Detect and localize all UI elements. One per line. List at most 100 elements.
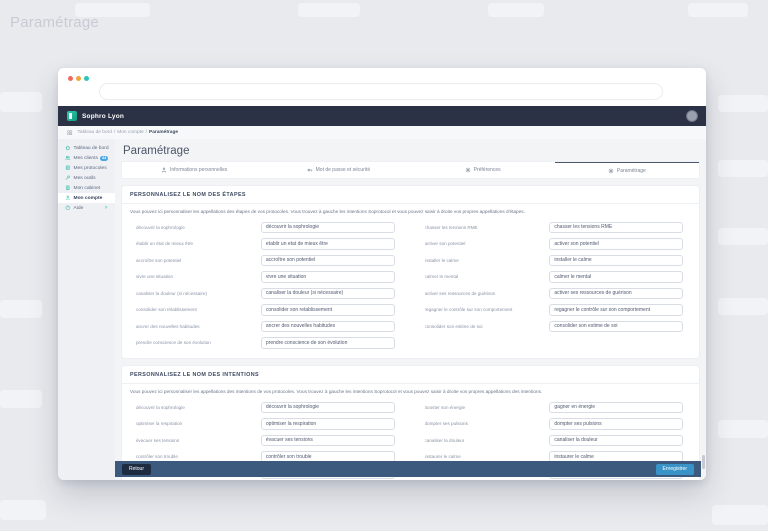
input-booster-son-energie[interactable]: [549, 402, 683, 414]
form-row: établir un état de mieux être: [136, 236, 395, 253]
field-label: installer le calme: [425, 258, 550, 263]
gear-icon: [608, 168, 614, 174]
background-block: [712, 505, 768, 525]
user-avatar[interactable]: [687, 111, 697, 121]
input-decouvrir-la-sophrologie[interactable]: [261, 222, 395, 234]
form-row: prendre conscience de son évolution: [136, 335, 395, 352]
maximize-window-icon[interactable]: [84, 76, 89, 81]
sidebar-item-aide[interactable]: ? Aide ›: [58, 203, 115, 213]
form-row: consolider son estime de soi: [425, 318, 684, 335]
input-installer-le-calme[interactable]: [549, 255, 683, 267]
section-title: PERSONNALISEZ LE NOM DES ÉTAPES: [122, 186, 699, 204]
settings-card: PERSONNALISEZ LE NOM DES ÉTAPES Vous pou…: [122, 186, 699, 358]
field-label: découvrir la sophrologie: [136, 225, 261, 230]
apps-grid-icon[interactable]: [67, 130, 73, 136]
input-ancrer-des-nouvelles-habitudes[interactable]: [261, 321, 395, 333]
sidebar-item-mon-compte[interactable]: Mon compte: [58, 193, 115, 203]
user-icon: [161, 167, 167, 173]
input-canaliser-la-douleur-si-necessaire[interactable]: [261, 288, 395, 300]
form-row: consolider son rétablissement: [136, 302, 395, 319]
sidebar-item-mes-protocoles[interactable]: Mes protocoles: [58, 163, 115, 173]
input-etablir-un-etat-de-mieux-etre[interactable]: [261, 238, 395, 250]
close-window-icon[interactable]: [68, 76, 73, 81]
input-prendre-conscience-de-son-evolution[interactable]: [261, 337, 395, 349]
background-block: [488, 3, 544, 17]
form-row: calmer le mental: [425, 269, 684, 286]
form-row: regagner le contrôle sur son comportemen…: [425, 302, 684, 319]
field-label: chasser les tensions RME: [425, 225, 550, 230]
minimize-window-icon[interactable]: [76, 76, 81, 81]
background-block: [718, 95, 768, 112]
form-row: vivre une situation: [136, 269, 395, 286]
sidebar-item-label: Mon cabinet: [74, 186, 101, 191]
browser-chrome: [58, 68, 706, 106]
field-label: découvrir la sophrologie: [136, 405, 261, 410]
input-activer-ses-ressources-de-guerison[interactable]: [549, 288, 683, 300]
sidebar-item-tableau-de-bord[interactable]: Tableau de bord: [58, 143, 115, 153]
input-chasser-les-tensions-rme[interactable]: [549, 222, 683, 234]
input-evacuer-ses-tensions[interactable]: [261, 435, 395, 447]
footer-bar: Retour Enregistrer: [115, 461, 701, 477]
background-block: [718, 160, 768, 177]
field-label: consolider son rétablissement: [136, 307, 261, 312]
building-icon: [65, 185, 71, 191]
field-label: regagner le contrôle sur son comportemen…: [425, 307, 550, 312]
clipboard-icon: [65, 165, 71, 171]
sidebar: Tableau de bord Mes clients 44 Mes proto…: [58, 139, 115, 480]
field-label: instaurer le calme: [425, 454, 550, 459]
sidebar-item-mes-clients[interactable]: Mes clients 44: [58, 153, 115, 163]
form-column-right: chasser les tensions RME activer son pot…: [411, 219, 700, 351]
sidebar-item-mes-outils[interactable]: Mes outils: [58, 173, 115, 183]
background-block: [75, 3, 150, 17]
tab-mot-de-passe-et-securite[interactable]: Mot de passe et sécurité: [266, 162, 410, 178]
input-consolider-son-retablissement[interactable]: [261, 304, 395, 316]
app-logo-icon: [67, 111, 77, 121]
sidebar-item-label: Mes protocoles: [74, 166, 107, 171]
field-label: optimiser la respiration: [136, 421, 261, 426]
input-vivre-une-situation[interactable]: [261, 271, 395, 283]
scrollbar-thumb[interactable]: [702, 455, 705, 469]
input-decouvrir-la-sophrologie[interactable]: [261, 402, 395, 414]
input-consolider-son-estime-de-soi[interactable]: [549, 321, 683, 333]
breadcrumb-mon-compte[interactable]: Mon compte: [117, 130, 143, 135]
input-regagner-le-controle-sur-son-comportement[interactable]: [549, 304, 683, 316]
sidebar-item-label: Mes outils: [74, 176, 96, 181]
tab-preferences[interactable]: Préférences: [411, 162, 555, 178]
field-label: calmer le mental: [425, 274, 550, 279]
field-label: booster son énergie: [425, 405, 550, 410]
input-activer-son-potentiel[interactable]: [549, 238, 683, 250]
app-body: Tableau de bord Mes clients 44 Mes proto…: [58, 139, 706, 480]
scrollbar[interactable]: [701, 139, 705, 477]
app-brand: Sophro Lyon: [82, 113, 124, 120]
field-label: activer son potentiel: [425, 241, 550, 246]
breadcrumb: Tableau de bord/Mon compte/Paramétrage: [58, 126, 706, 140]
home-icon: [65, 145, 71, 151]
input-accroitre-son-potentiel[interactable]: [261, 255, 395, 267]
breadcrumb-tableau-de-bord[interactable]: Tableau de bord: [78, 130, 112, 135]
background-block: [0, 390, 42, 408]
tab-informations-personnelles[interactable]: Informations personnelles: [122, 162, 266, 178]
tools-icon: [65, 175, 71, 181]
key-icon: [307, 167, 313, 173]
field-label: établir un état de mieux être: [136, 241, 261, 246]
background-block: [0, 500, 46, 520]
input-calmer-le-mental[interactable]: [549, 271, 683, 283]
form-row: chasser les tensions RME: [425, 219, 684, 236]
input-dompter-ses-pulsions[interactable]: [549, 418, 683, 430]
tab-label: Paramétrage: [617, 168, 646, 174]
form-row: optimiser la respiration: [136, 416, 395, 433]
input-canaliser-la-douleur[interactable]: [549, 435, 683, 447]
gear-icon: [465, 167, 471, 173]
background-block: [0, 300, 42, 318]
tab-parametrage[interactable]: Paramétrage: [555, 162, 699, 178]
background-block: [718, 228, 768, 245]
address-bar[interactable]: [100, 84, 662, 99]
field-label: canaliser la douleur: [425, 438, 550, 443]
save-button[interactable]: Enregistrer: [656, 464, 694, 475]
sidebar-item-mon-cabinet[interactable]: Mon cabinet: [58, 183, 115, 193]
form-row: booster son énergie: [425, 399, 684, 416]
form-row: découvrir la sophrologie: [136, 219, 395, 236]
back-button[interactable]: Retour: [122, 464, 151, 475]
input-optimiser-la-respiration[interactable]: [261, 418, 395, 430]
form-row: évacuer ses tensions: [136, 432, 395, 449]
